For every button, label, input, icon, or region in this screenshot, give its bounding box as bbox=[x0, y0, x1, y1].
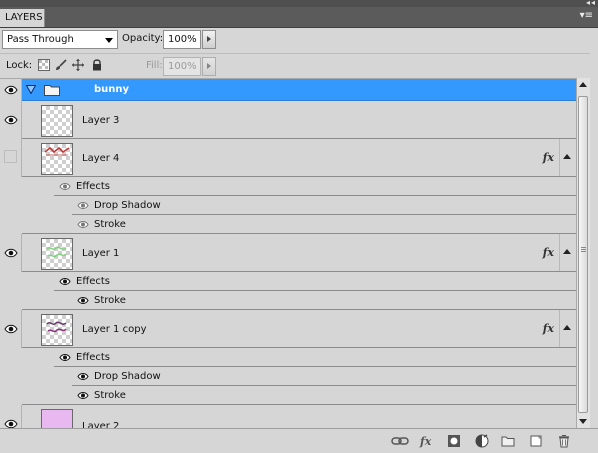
effect-item[interactable]: Drop Shadow bbox=[22, 196, 576, 215]
layer-group-row[interactable]: bunny bbox=[0, 79, 576, 101]
layer-row[interactable]: Layer 2 bbox=[0, 405, 576, 429]
effects-collapse-button[interactable] bbox=[559, 310, 574, 347]
add-mask-icon[interactable] bbox=[447, 434, 461, 448]
lock-brush-icon[interactable] bbox=[55, 59, 67, 71]
effect-item[interactable]: Stroke bbox=[22, 386, 576, 405]
panel-menu-icon[interactable]: ▾≡ bbox=[580, 10, 593, 22]
effect-item[interactable]: Stroke bbox=[22, 215, 576, 234]
red-text-art-icon bbox=[44, 146, 70, 156]
hidden-eye-box bbox=[4, 150, 17, 163]
fill-slider-button[interactable] bbox=[202, 57, 216, 76]
effect-name: Stroke bbox=[94, 390, 126, 401]
visibility-toggle[interactable] bbox=[0, 79, 22, 101]
eye-icon bbox=[4, 324, 18, 334]
fx-icon[interactable]: fx bbox=[543, 151, 554, 164]
new-group-icon[interactable] bbox=[501, 434, 515, 448]
folder-icon bbox=[44, 85, 60, 96]
layer-name: Layer 3 bbox=[82, 115, 120, 126]
panel-right-edge bbox=[590, 28, 598, 428]
effect-item[interactable]: Drop Shadow bbox=[22, 367, 576, 386]
effects-label: Effects bbox=[76, 276, 110, 287]
effects-row[interactable]: Effects bbox=[22, 348, 576, 367]
effect-name: Stroke bbox=[94, 219, 126, 230]
lock-row: Lock: Fill: 100% bbox=[0, 53, 598, 78]
eye-icon bbox=[59, 278, 71, 285]
layer-row[interactable]: Layer 4 fx bbox=[0, 139, 576, 177]
lock-all-icon[interactable] bbox=[91, 59, 103, 71]
scrollbar[interactable] bbox=[576, 78, 590, 428]
visibility-toggle[interactable] bbox=[0, 101, 22, 139]
panel-top-strip: ◂◂ bbox=[0, 0, 598, 7]
opacity-label: Opacity: bbox=[122, 33, 164, 44]
add-style-icon[interactable]: fx bbox=[419, 434, 435, 448]
layer-name: Layer 4 bbox=[82, 153, 120, 164]
layer-thumbnail[interactable] bbox=[41, 105, 73, 137]
layer-thumbnail[interactable] bbox=[41, 238, 73, 270]
opacity-slider-button[interactable] bbox=[202, 30, 216, 49]
effects-label: Effects bbox=[76, 181, 110, 192]
fx-icon[interactable]: fx bbox=[543, 246, 554, 259]
effect-name: Stroke bbox=[94, 295, 126, 306]
effect-name: Drop Shadow bbox=[94, 200, 161, 211]
chevron-down-icon bbox=[105, 38, 113, 43]
eye-icon bbox=[59, 354, 71, 361]
svg-text:fx: fx bbox=[419, 435, 432, 448]
delete-layer-icon[interactable] bbox=[557, 434, 571, 448]
scroll-down-icon[interactable] bbox=[579, 419, 587, 424]
scroll-up-icon[interactable] bbox=[579, 82, 587, 87]
fx-icon[interactable]: fx bbox=[543, 322, 554, 335]
eye-icon bbox=[77, 373, 89, 380]
green-text-art-icon bbox=[46, 246, 67, 258]
blend-mode-value: Pass Through bbox=[7, 34, 74, 45]
fill-input[interactable]: 100% bbox=[163, 57, 201, 76]
collapse-icon[interactable]: ◂◂ bbox=[586, 0, 596, 7]
group-name: bunny bbox=[94, 84, 130, 95]
effects-row[interactable]: Effects bbox=[22, 272, 576, 291]
effects-collapse-button[interactable] bbox=[559, 139, 574, 176]
eye-icon bbox=[4, 85, 18, 95]
lock-move-icon[interactable] bbox=[72, 59, 84, 71]
layer-thumbnail[interactable] bbox=[41, 143, 73, 175]
adjustment-layer-icon[interactable] bbox=[475, 434, 489, 448]
blend-mode-select[interactable]: Pass Through bbox=[2, 30, 118, 49]
lock-label: Lock: bbox=[6, 60, 33, 71]
visibility-toggle[interactable] bbox=[0, 234, 22, 272]
blend-row: Pass Through Opacity: 100% bbox=[0, 28, 598, 52]
effects-row[interactable]: Effects bbox=[22, 177, 576, 196]
layers-list: bunny Layer 3 Layer 4 fx Effects Drop Sh… bbox=[0, 78, 576, 429]
visibility-toggle[interactable] bbox=[0, 139, 22, 177]
eye-icon bbox=[4, 248, 18, 258]
layer-name: Layer 1 bbox=[82, 248, 120, 259]
eye-icon bbox=[59, 183, 71, 190]
eye-icon bbox=[77, 392, 89, 399]
effects-collapse-button[interactable] bbox=[559, 234, 574, 271]
link-layers-icon[interactable] bbox=[391, 434, 409, 448]
layer-thumbnail[interactable] bbox=[41, 314, 73, 346]
effect-name: Drop Shadow bbox=[94, 371, 161, 382]
eye-icon bbox=[77, 221, 89, 228]
eye-icon bbox=[77, 202, 89, 209]
panel-tab-bar: LAYERS ▾≡ bbox=[0, 7, 598, 28]
fill-label: Fill: bbox=[146, 60, 163, 71]
lock-transparent-icon[interactable] bbox=[38, 59, 50, 71]
scroll-thumb[interactable] bbox=[578, 96, 588, 413]
layer-row[interactable]: Layer 3 bbox=[0, 101, 576, 139]
effect-item[interactable]: Stroke bbox=[22, 291, 576, 310]
layer-thumbnail[interactable] bbox=[41, 409, 73, 429]
visibility-toggle[interactable] bbox=[0, 310, 22, 348]
eye-icon bbox=[77, 297, 89, 304]
tab-layers[interactable]: LAYERS bbox=[0, 9, 45, 27]
effects-label: Effects bbox=[76, 352, 110, 363]
new-layer-icon[interactable] bbox=[529, 434, 543, 448]
eye-icon bbox=[4, 115, 18, 125]
layer-name: Layer 1 copy bbox=[82, 324, 147, 335]
group-disclosure-icon[interactable] bbox=[26, 85, 36, 94]
opacity-input[interactable]: 100% bbox=[163, 30, 201, 49]
layer-row[interactable]: Layer 1 fx bbox=[0, 234, 576, 272]
bottom-toolbar: fx bbox=[0, 428, 598, 453]
purple-text-art-icon bbox=[46, 321, 67, 333]
visibility-toggle[interactable] bbox=[0, 405, 22, 429]
layer-row[interactable]: Layer 1 copy fx bbox=[0, 310, 576, 348]
